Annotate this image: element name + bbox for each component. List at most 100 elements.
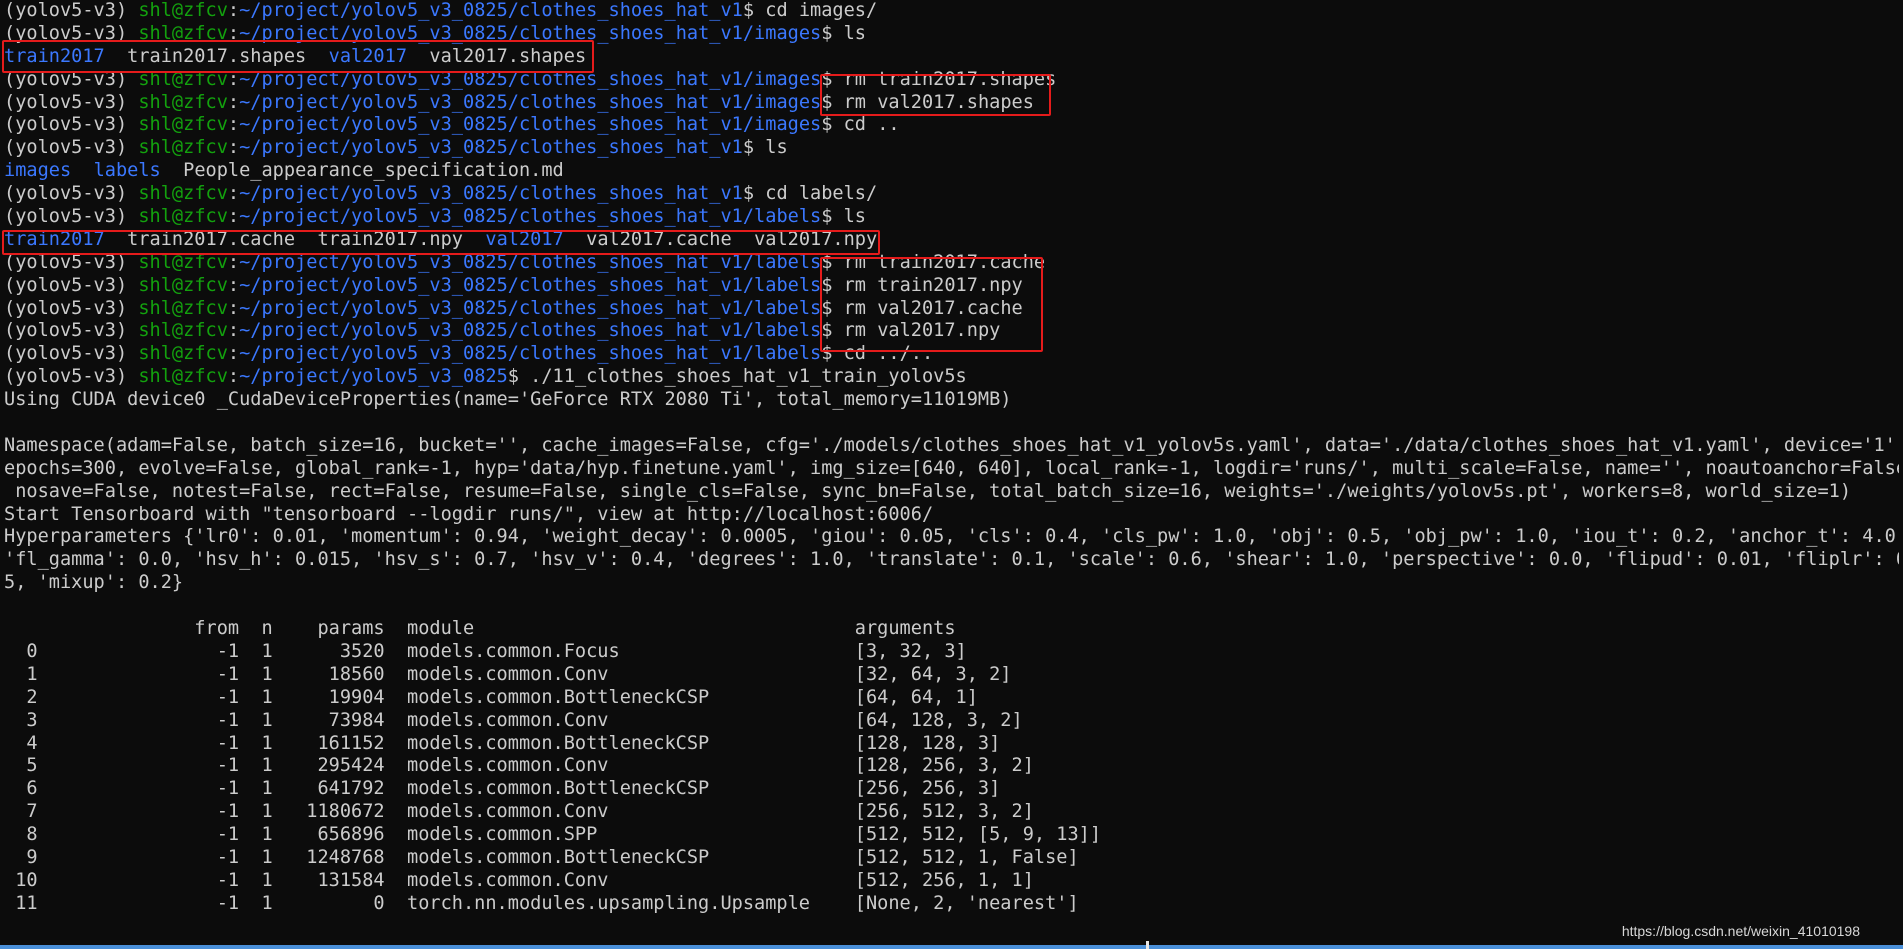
prompt-env: (yolov5-v3) [4,183,128,205]
prompt-user: shl@zfcv [138,114,228,136]
model-table-row: 7 -1 1 1180672 models.common.Conv [256, … [4,801,1191,823]
dir-entry: train2017 [4,45,105,67]
terminal-line: (yolov5-v3) shl@zfcv:~/project/yolov5_v3… [4,274,1023,296]
prompt-path: ~/project/yolov5_v3_0825/clothes_shoes_h… [239,251,822,273]
ls-output-v1: images labels People_appearance_specific… [4,160,1899,183]
ls-output-labels: train2017 train2017.cache train2017.npy … [4,229,1899,252]
prompt-env: (yolov5-v3) [4,206,128,228]
terminal-line: (yolov5-v3) shl@zfcv:~/project/yolov5_v3… [4,0,878,21]
terminal-line: (yolov5-v3) shl@zfcv:~/project/yolov5_v3… [4,251,1046,273]
command-text: ls [843,22,866,44]
terminal-line: (yolov5-v3) shl@zfcv:~/project/yolov5_v3… [4,137,788,159]
model-table-row: 3 -1 1 73984 models.common.Conv [64, 128… [4,709,1191,731]
command-text: cd labels/ [765,183,878,205]
prompt-user: shl@zfcv [138,320,228,342]
file-entry: People_appearance_specification.md [183,160,564,182]
terminal-output[interactable]: (yolov5-v3) shl@zfcv:~/project/yolov5_v3… [4,0,1899,916]
output-namespace: nosave=False, notest=False, rect=False, … [4,480,1852,502]
ls-output-images: train2017 train2017.shapes val2017 val20… [4,46,1899,69]
file-entry: train2017.cache [127,228,296,250]
dir-entry: val2017 [328,45,408,67]
bottom-status-bar [0,945,1903,949]
prompt-path: ~/project/yolov5_v3_0825/clothes_shoes_h… [239,68,822,90]
prompt-user: shl@zfcv [138,68,228,90]
dir-entry: images [4,160,72,182]
prompt-path: ~/project/yolov5_v3_0825/clothes_shoes_h… [239,206,822,228]
model-table-row: 11 -1 1 0 torch.nn.modules.upsampling.Up… [4,892,1191,914]
prompt-path: ~/project/yolov5_v3_0825/clothes_shoes_h… [239,114,822,136]
prompt-env: (yolov5-v3) [4,343,128,365]
model-table-row: 2 -1 1 19904 models.common.BottleneckCSP… [4,686,1191,708]
model-table-row: 9 -1 1 1248768 models.common.BottleneckC… [4,846,1191,868]
prompt-env: (yolov5-v3) [4,114,128,136]
output-namespace: epochs=300, evolve=False, global_rank=-1… [4,457,1899,479]
file-entry: val2017.npy [754,228,878,250]
command-text: cd ../.. [843,343,934,365]
prompt-env: (yolov5-v3) [4,274,128,296]
prompt-env: (yolov5-v3) [4,320,128,342]
prompt-path: ~/project/yolov5_v3_0825/clothes_shoes_h… [239,91,822,113]
output-namespace: Namespace(adam=False, batch_size=16, buc… [4,434,1899,456]
terminal-line: (yolov5-v3) shl@zfcv:~/project/yolov5_v3… [4,91,1034,113]
terminal-line: (yolov5-v3) shl@zfcv:~/project/yolov5_v3… [4,22,866,44]
output-hyperparameters: 'fl_gamma': 0.0, 'hsv_h': 0.015, 'hsv_s'… [4,549,1899,571]
command-text: rm train2017.shapes [843,68,1057,90]
terminal-line: (yolov5-v3) shl@zfcv:~/project/yolov5_v3… [4,114,900,136]
prompt-env: (yolov5-v3) [4,91,128,113]
command-text: rm val2017.shapes [843,91,1034,113]
command-text: rm train2017.npy [843,274,1023,296]
terminal-line: (yolov5-v3) shl@zfcv:~/project/yolov5_v3… [4,320,1001,342]
model-table-row: 0 -1 1 3520 models.common.Focus [3, 32, … [4,640,1191,662]
terminal-line: (yolov5-v3) shl@zfcv:~/project/yolov5_v3… [4,297,1023,319]
prompt-user: shl@zfcv [138,274,228,296]
prompt-path: ~/project/yolov5_v3_0825/clothes_shoes_h… [239,22,822,44]
prompt-user: shl@zfcv [138,206,228,228]
terminal-line: (yolov5-v3) shl@zfcv:~/project/yolov5_v3… [4,206,866,228]
output-tensorboard: Start Tensorboard with "tensorboard --lo… [4,503,934,525]
model-table-header: from n params module arguments [4,618,1191,640]
terminal-line: (yolov5-v3) shl@zfcv:~/project/yolov5_v3… [4,343,934,365]
output-hyperparameters: Hyperparameters {'lr0': 0.01, 'momentum'… [4,526,1899,548]
prompt-user: shl@zfcv [138,183,228,205]
terminal-line: (yolov5-v3) shl@zfcv:~/project/yolov5_v3… [4,366,967,388]
file-entry: val2017.cache [586,228,732,250]
output-cuda: Using CUDA device0 _CudaDeviceProperties… [4,389,1012,411]
prompt-path: ~/project/yolov5_v3_0825/clothes_shoes_h… [239,137,743,159]
command-text: ls [843,206,866,228]
file-entry: train2017.shapes [127,45,307,67]
prompt-user: shl@zfcv [138,343,228,365]
command-text: rm val2017.cache [843,297,1023,319]
prompt-path: ~/project/yolov5_v3_0825/clothes_shoes_h… [239,343,822,365]
prompt-env: (yolov5-v3) [4,0,128,21]
prompt-user: shl@zfcv [138,22,228,44]
prompt-env: (yolov5-v3) [4,251,128,273]
model-table-row: 1 -1 1 18560 models.common.Conv [32, 64,… [4,663,1191,685]
model-table-row: 5 -1 1 295424 models.common.Conv [128, 2… [4,755,1191,777]
prompt-path: ~/project/yolov5_v3_0825 [239,366,508,388]
prompt-path: ~/project/yolov5_v3_0825/clothes_shoes_h… [239,320,822,342]
dir-entry: train2017 [4,228,105,250]
model-table-row: 6 -1 1 641792 models.common.BottleneckCS… [4,778,1191,800]
file-entry: val2017.shapes [429,45,587,67]
dir-entry: val2017 [485,228,564,250]
output-hyperparameters: 5, 'mixup': 0.2} [4,572,184,594]
prompt-env: (yolov5-v3) [4,68,128,90]
command-text: rm val2017.npy [843,320,1001,342]
model-table-row: 8 -1 1 656896 models.common.SPP [512, 51… [4,824,1191,846]
terminal-line: (yolov5-v3) shl@zfcv:~/project/yolov5_v3… [4,183,878,205]
prompt-env: (yolov5-v3) [4,137,128,159]
prompt-path: ~/project/yolov5_v3_0825/clothes_shoes_h… [239,0,743,21]
model-table-row: 10 -1 1 131584 models.common.Conv [512, … [4,869,1191,891]
prompt-user: shl@zfcv [138,0,228,21]
terminal-line: (yolov5-v3) shl@zfcv:~/project/yolov5_v3… [4,68,1057,90]
command-text: rm train2017.cache [843,251,1046,273]
watermark-text: https://blog.csdn.net/weixin_41010198 [1621,923,1860,939]
prompt-user: shl@zfcv [138,297,228,319]
model-table-row: 4 -1 1 161152 models.common.BottleneckCS… [4,732,1191,754]
prompt-path: ~/project/yolov5_v3_0825/clothes_shoes_h… [239,274,822,296]
pane-divider[interactable] [1146,941,1149,949]
command-text: cd .. [843,114,900,136]
prompt-env: (yolov5-v3) [4,297,128,319]
command-text: cd images/ [765,0,878,21]
